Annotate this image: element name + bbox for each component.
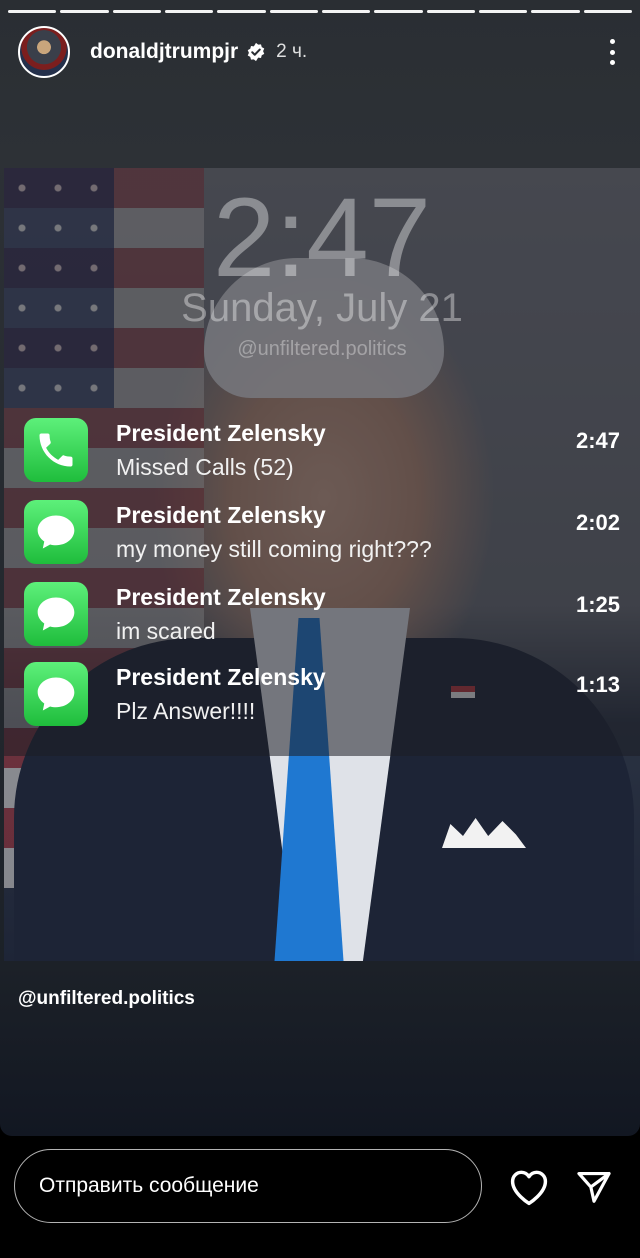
notification-time: 2:02 xyxy=(575,510,620,535)
notification-sender: President Zelensky xyxy=(116,502,326,528)
progress-segment xyxy=(478,10,528,13)
progress-segment xyxy=(583,10,632,13)
story-progress-bar xyxy=(8,10,632,13)
message-input-placeholder: Отправить сообщение xyxy=(39,1174,259,1197)
heart-icon[interactable] xyxy=(508,1168,550,1206)
message-icon xyxy=(24,662,88,726)
story-viewer[interactable]: donaldjtrumpjr 2 ч. 2:47 Sunday, July 21… xyxy=(0,0,640,1136)
story-image: 2:47 Sunday, July 21 @unfiltered.politic… xyxy=(4,168,640,961)
notification-message: my money still coming right??? xyxy=(116,536,432,562)
reply-bar: Отправить сообщение xyxy=(0,1136,640,1258)
notification-item: President Zelensky Missed Calls (52) 2:4… xyxy=(24,418,624,490)
story-header: donaldjtrumpjr 2 ч. xyxy=(18,24,622,80)
story-caption[interactable]: @unfiltered.politics xyxy=(18,988,195,1010)
progress-segment xyxy=(531,10,580,13)
notification-item: President Zelensky Plz Answer!!!! 1:13 xyxy=(24,662,624,734)
progress-segment xyxy=(321,10,371,13)
notification-sender: President Zelensky xyxy=(116,584,326,610)
phone-icon xyxy=(24,418,88,482)
progress-segment xyxy=(112,10,161,13)
more-vertical-icon[interactable] xyxy=(602,37,622,67)
notification-message: Plz Answer!!!! xyxy=(116,698,256,724)
progress-segment xyxy=(426,10,475,13)
progress-segment xyxy=(164,10,214,13)
message-icon xyxy=(24,582,88,646)
verified-badge-icon xyxy=(247,42,265,62)
post-time: 2 ч. xyxy=(276,41,308,62)
send-icon[interactable] xyxy=(574,1168,614,1206)
notification-time: 2:47 xyxy=(575,428,620,453)
notification-item: President Zelensky im scared 1:25 xyxy=(24,582,624,654)
notification-item: President Zelensky my money still coming… xyxy=(24,500,624,572)
message-icon xyxy=(24,500,88,564)
progress-segment xyxy=(269,10,318,13)
notification-sender: President Zelensky xyxy=(116,420,326,446)
notification-message: Missed Calls (52) xyxy=(116,454,294,480)
notification-time: 1:13 xyxy=(575,672,620,697)
lockscreen-time: 2:47 xyxy=(213,175,431,300)
progress-segment xyxy=(8,10,57,13)
notification-time: 1:25 xyxy=(575,592,620,617)
message-input[interactable]: Отправить сообщение xyxy=(14,1149,482,1223)
watermark: @unfiltered.politics xyxy=(237,338,407,360)
username[interactable]: donaldjtrumpjr xyxy=(90,40,238,64)
notification-message: im scared xyxy=(116,618,216,644)
avatar[interactable] xyxy=(18,26,70,78)
progress-segment xyxy=(60,10,109,13)
progress-segment xyxy=(374,10,423,13)
lockscreen-date: Sunday, July 21 xyxy=(181,286,463,330)
notification-sender: President Zelensky xyxy=(116,664,326,690)
progress-segment xyxy=(217,10,266,13)
